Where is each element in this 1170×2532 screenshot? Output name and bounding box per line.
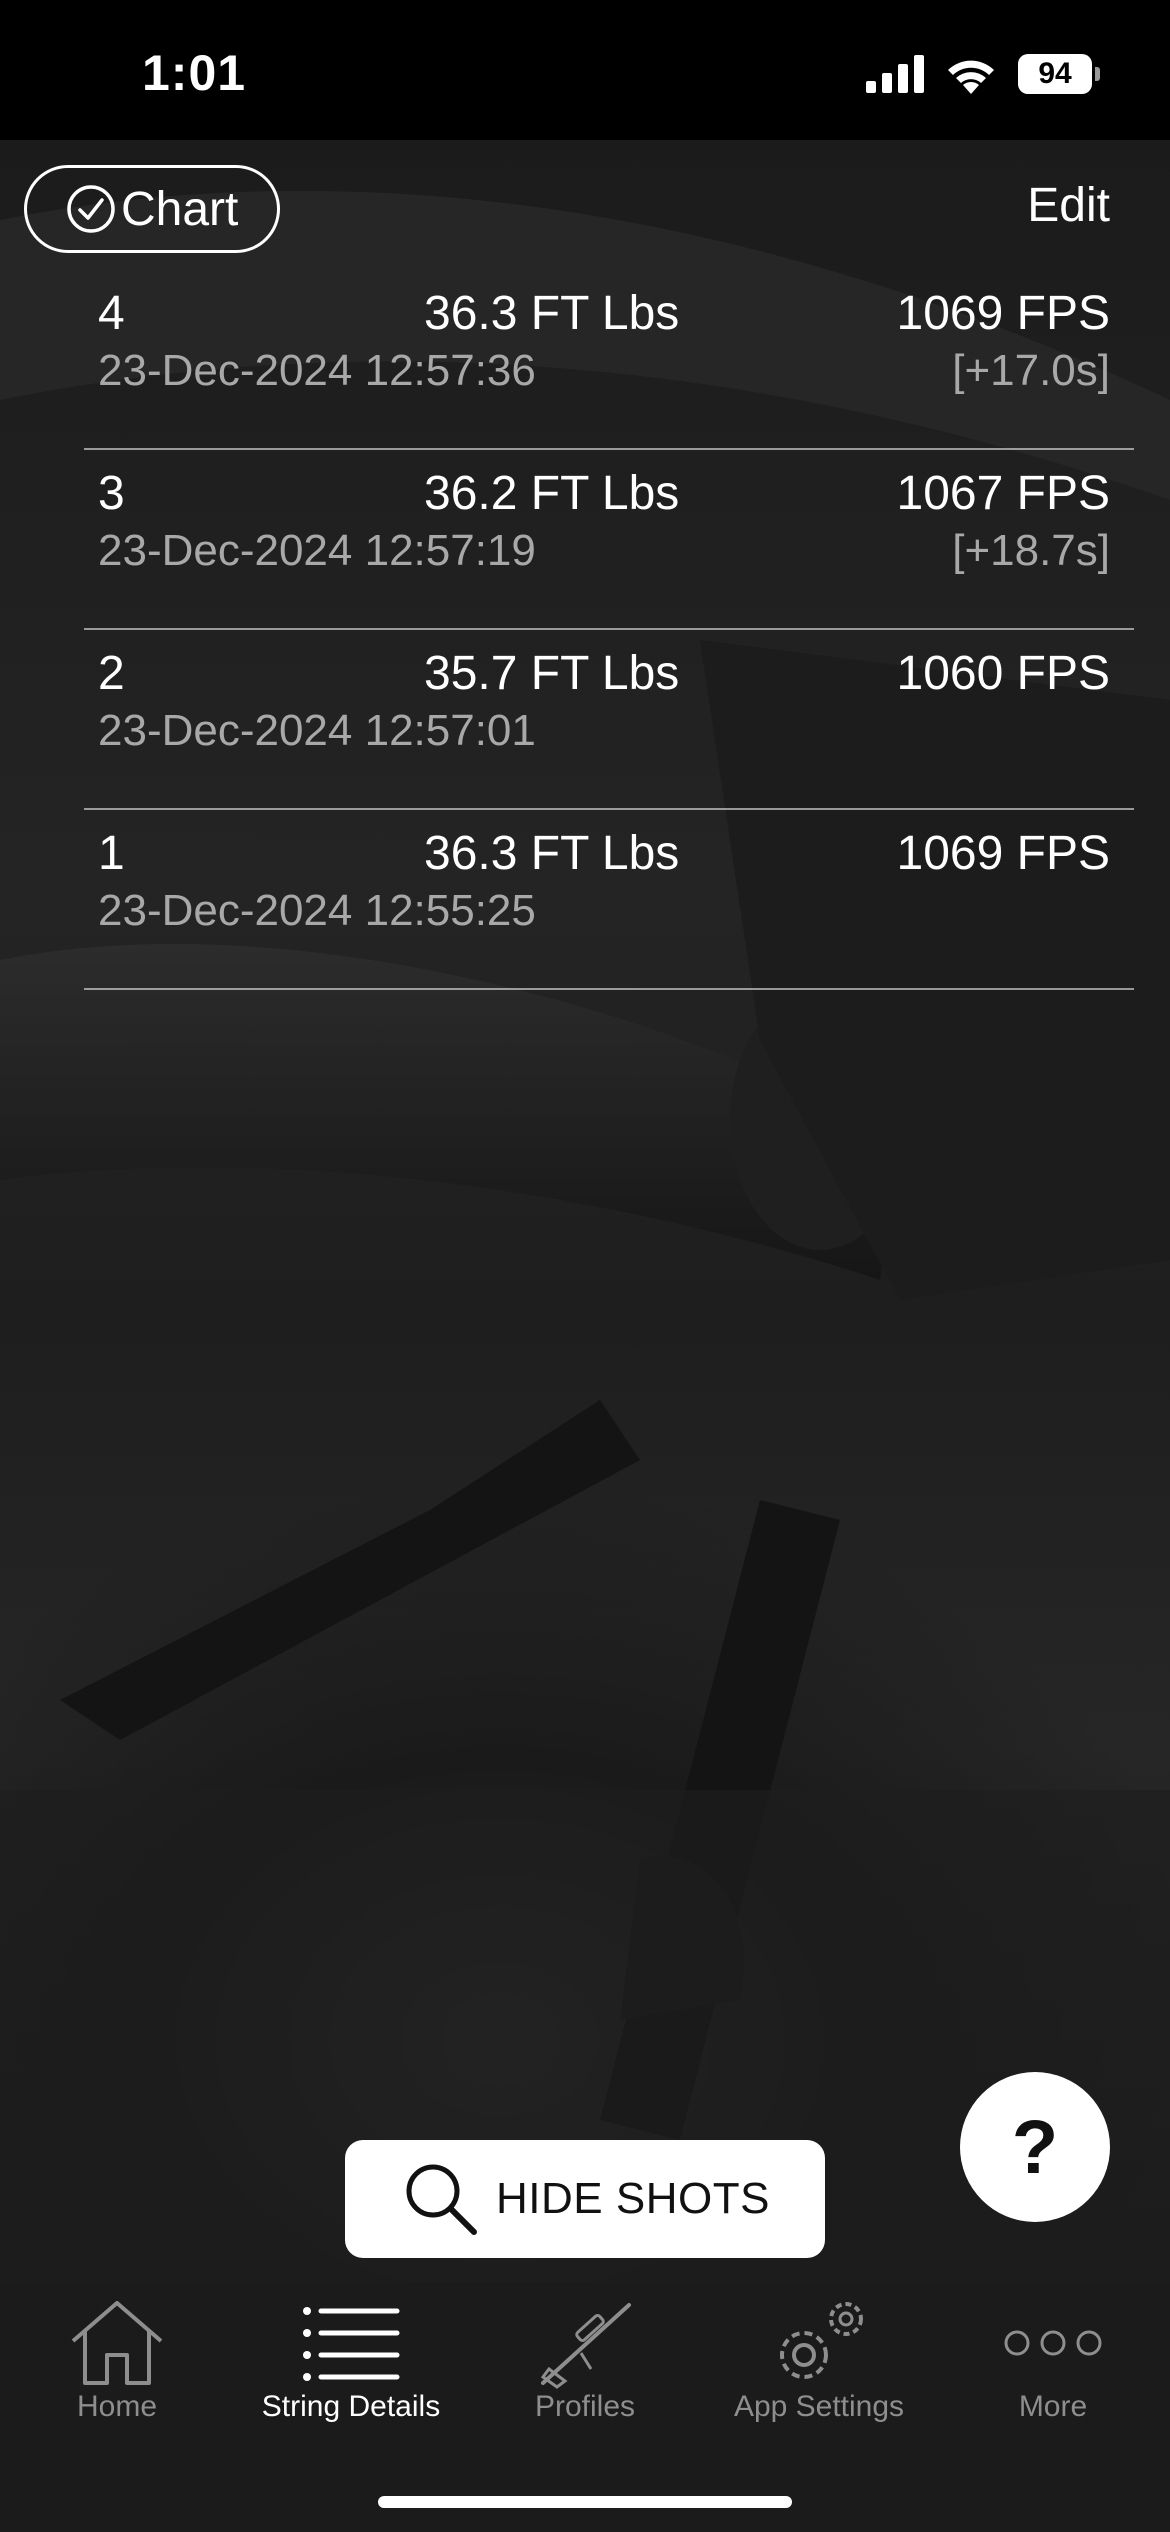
shot-interval: [+17.0s] [952,346,1110,395]
shot-velocity: 1069 FPS [896,287,1110,340]
shot-velocity: 1067 FPS [896,467,1110,520]
status-bar: 1:01 94 [0,0,1170,140]
battery-level: 94 [1038,57,1072,90]
tab-app-settings[interactable]: App Settings [702,2282,936,2423]
gears-icon [702,2294,936,2392]
shot-row[interactable]: 3 36.2 FT Lbs 1067 FPS 23-Dec-2024 12:57… [84,450,1134,630]
shot-timestamp: 23-Dec-2024 12:57:01 [98,706,536,755]
chart-button[interactable]: Chart [24,165,280,253]
shot-timestamp: 23-Dec-2024 12:55:25 [98,886,536,935]
tab-more[interactable]: More [936,2282,1170,2423]
tab-string-details[interactable]: String Details [234,2282,468,2423]
shot-number: 4 [98,287,125,340]
hide-shots-label: HIDE SHOTS [496,2174,770,2223]
hide-shots-button[interactable]: HIDE SHOTS [345,2140,825,2258]
chart-button-label: Chart [121,182,239,236]
tab-profiles-label: Profiles [534,2390,636,2423]
shot-energy: 36.3 FT Lbs [424,827,680,880]
tab-string-details-label: String Details [261,2390,441,2423]
shot-velocity: 1069 FPS [896,827,1110,880]
tab-app-settings-label: App Settings [733,2390,905,2423]
shot-energy: 36.2 FT Lbs [424,467,680,520]
home-indicator[interactable] [378,2496,792,2508]
tab-home-label: Home [76,2390,158,2423]
cellular-signal-icon [866,55,924,93]
tab-more-label: More [1018,2390,1088,2423]
status-icons: 94 [866,54,1100,94]
shot-timestamp: 23-Dec-2024 12:57:19 [98,526,536,575]
rifle-icon [468,2294,702,2392]
checkmark-circle-icon [67,185,115,233]
tab-bar: Home String Details Profiles App Setting… [0,2282,1170,2532]
edit-button[interactable]: Edit [1027,178,1110,233]
more-dots-icon [936,2294,1170,2392]
battery-indicator: 94 [1018,54,1100,94]
shot-energy: 36.3 FT Lbs [424,287,680,340]
shot-row[interactable]: 4 36.3 FT Lbs 1069 FPS 23-Dec-2024 12:57… [84,270,1134,450]
shot-number: 1 [98,827,125,880]
shot-row[interactable]: 2 35.7 FT Lbs 1060 FPS 23-Dec-2024 12:57… [84,630,1134,810]
tab-home[interactable]: Home [0,2282,234,2423]
tab-profiles[interactable]: Profiles [468,2282,702,2423]
search-icon [406,2164,478,2235]
status-time: 1:01 [142,45,247,101]
help-button[interactable]: ? [960,2072,1110,2222]
home-icon [0,2294,234,2392]
question-mark-icon: ? [1011,2104,1059,2190]
shot-list: 4 36.3 FT Lbs 1069 FPS 23-Dec-2024 12:57… [84,270,1134,990]
shot-timestamp: 23-Dec-2024 12:57:36 [98,346,536,395]
shot-interval: [+18.7s] [952,526,1110,575]
shot-energy: 35.7 FT Lbs [424,647,680,700]
wifi-icon [948,60,994,94]
list-icon [234,2294,468,2392]
shot-number: 2 [98,647,125,700]
shot-velocity: 1060 FPS [896,647,1110,700]
shot-number: 3 [98,467,125,520]
shot-row[interactable]: 1 36.3 FT Lbs 1069 FPS 23-Dec-2024 12:55… [84,810,1134,990]
